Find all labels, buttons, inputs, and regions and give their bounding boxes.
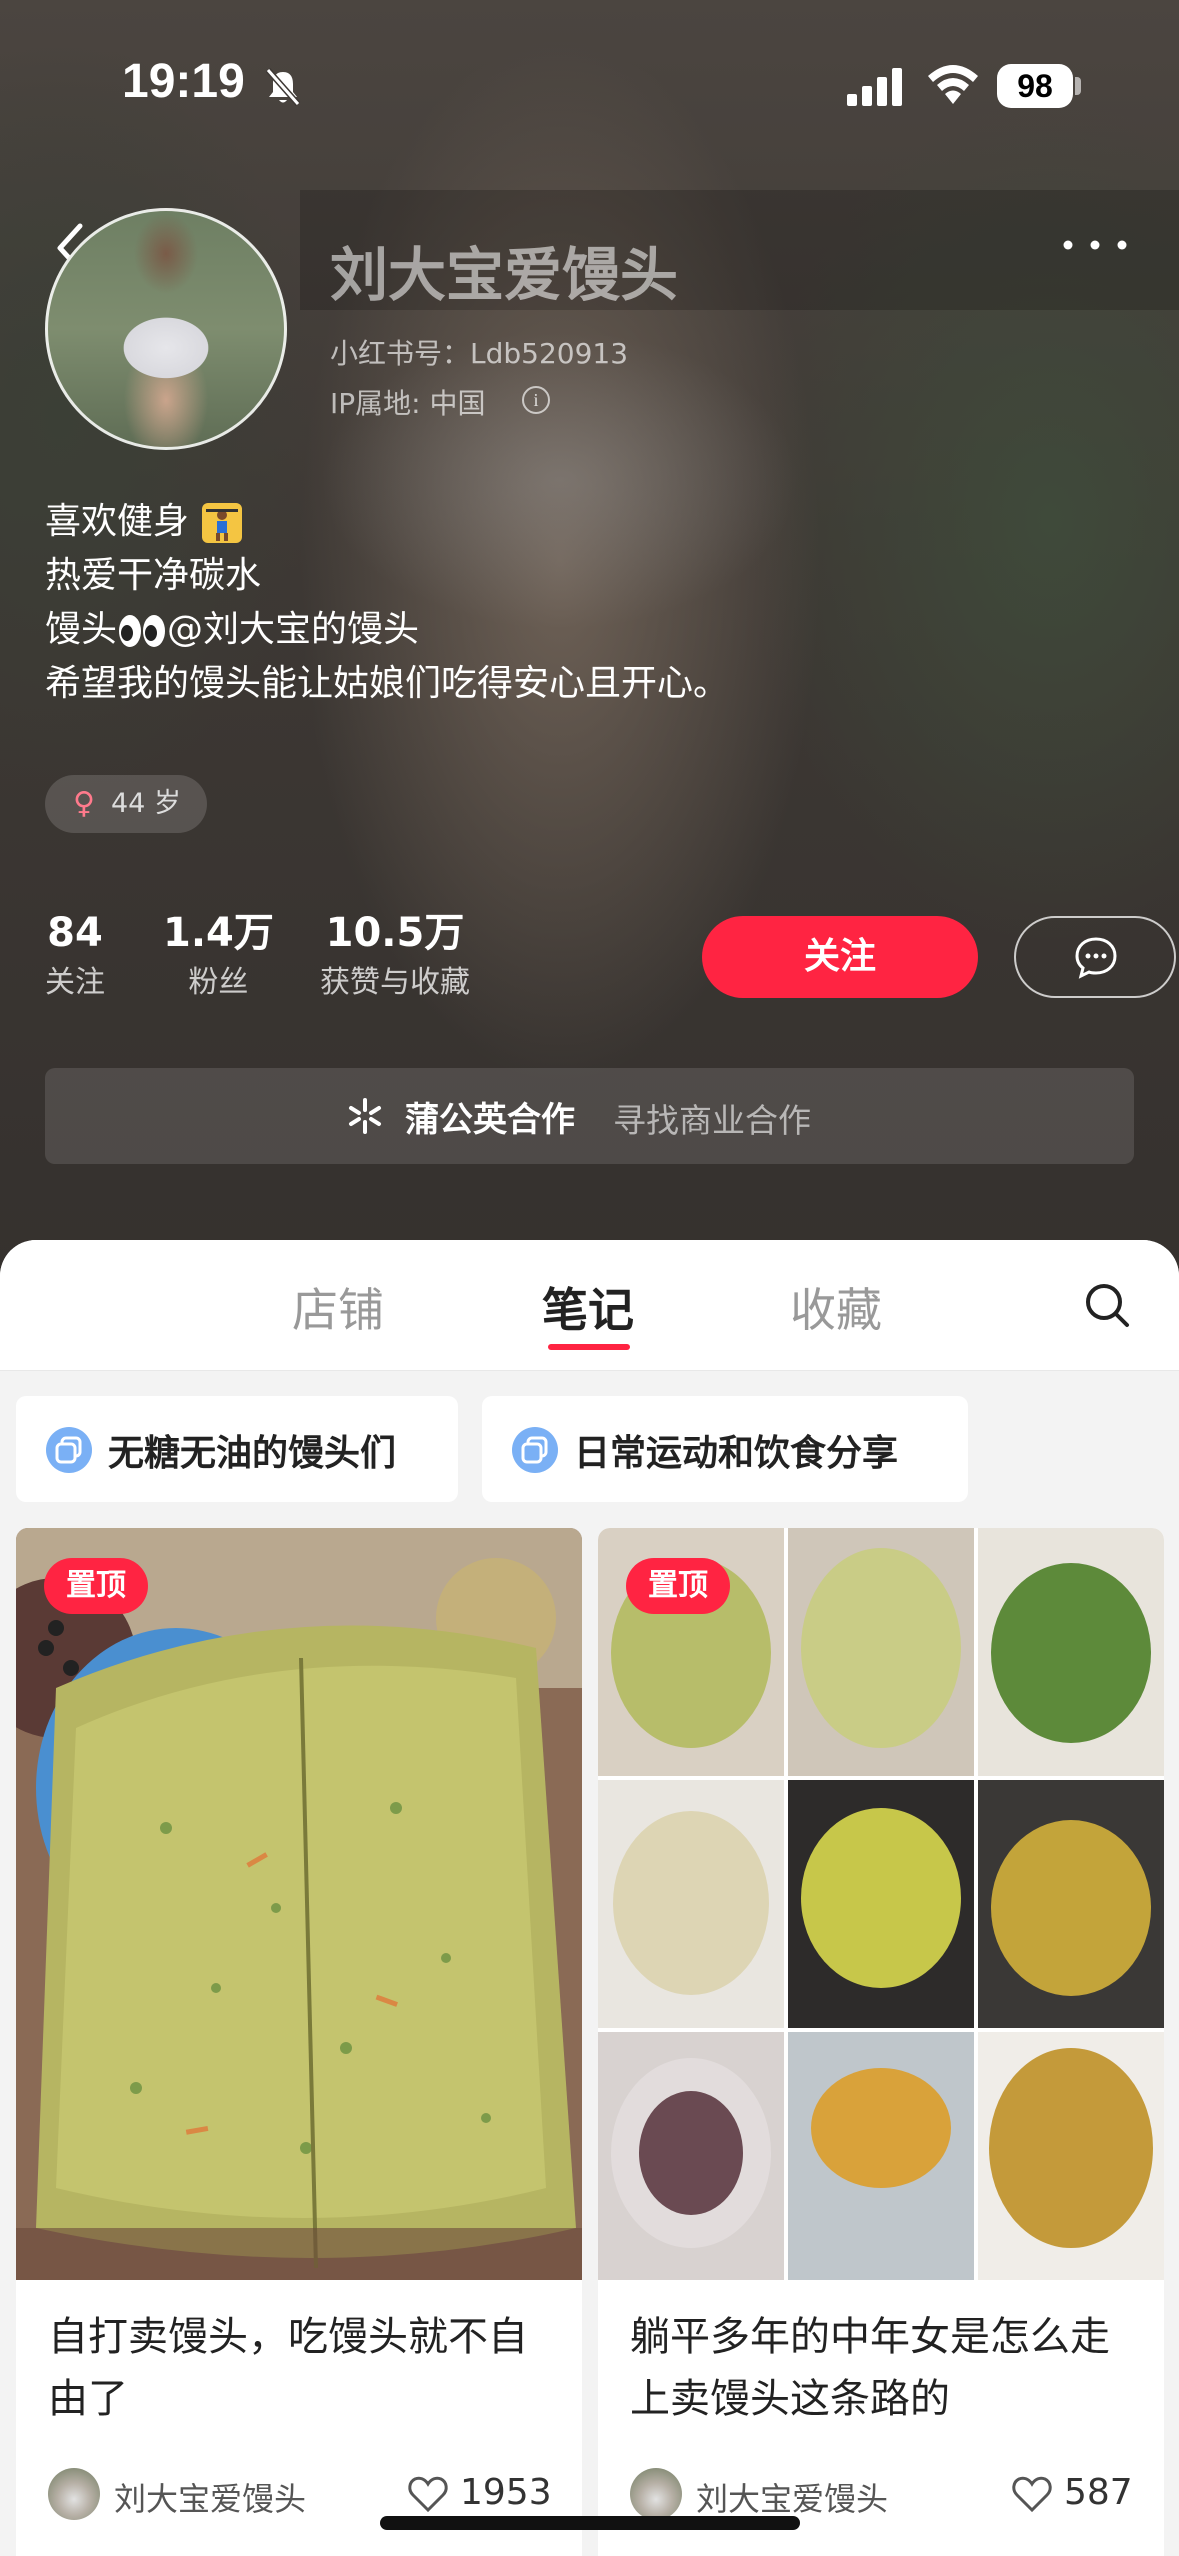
collection-daily-sports[interactable]: 日常运动和饮食分享 [482, 1396, 968, 1502]
collection-title: 日常运动和饮食分享 [574, 1433, 899, 1474]
note-cover-image [598, 1528, 1164, 2280]
collection-title: 无糖无油的馒头们 [108, 1433, 397, 1474]
stat-label: 获赞与收藏 [320, 965, 470, 1000]
signal-icon [847, 68, 902, 106]
stat-following[interactable]: 84 关注 [45, 905, 105, 1005]
info-icon[interactable]: i [522, 386, 550, 414]
bio-line: 喜欢健身 [45, 495, 729, 549]
stat-number: 84 [47, 910, 103, 956]
more-icon[interactable] [1060, 235, 1130, 255]
bell-off-icon [265, 68, 301, 106]
profile-bio: 喜欢健身 热爱干净碳水 馒头 @刘大宝的馒头 希望我的馒头能让姑娘们吃得安心且开… [45, 495, 729, 711]
bio-line: 热爱干净碳水 [45, 555, 262, 596]
stat-number: 1.4万 [163, 910, 274, 956]
bio-mention-link[interactable]: @刘大宝的馒头 [167, 609, 419, 650]
content-sheet: 店铺 笔记 收藏 无糖无油的馒头们 日常运动和饮食分享 置顶 自打卖馒头，吃馒头… [0, 1240, 1179, 2556]
active-tab-indicator [548, 1344, 630, 1350]
stat-label: 粉丝 [188, 965, 249, 1000]
profile-id: 小红书号：Ldb520913 [330, 337, 629, 370]
battery-tip [1075, 77, 1081, 95]
note-cover-image [16, 1528, 582, 2280]
author-avatar[interactable] [630, 2468, 682, 2520]
collection-sugarfree-buns[interactable]: 无糖无油的馒头们 [16, 1396, 458, 1502]
chat-bubble-icon [1075, 937, 1117, 979]
tab-collections[interactable]: 收藏 [790, 1274, 882, 1340]
stat-label: 关注 [45, 965, 105, 1000]
collection-icon [46, 1427, 92, 1473]
tab-notes[interactable]: 笔记 [542, 1274, 634, 1340]
heart-icon[interactable] [1010, 2472, 1054, 2516]
search-icon[interactable] [1082, 1280, 1132, 1330]
tab-bar: 店铺 笔记 收藏 [0, 1240, 1179, 1371]
status-time: 19:19 [122, 55, 245, 108]
dandelion-icon [349, 1098, 381, 1134]
author-avatar[interactable] [48, 2468, 100, 2520]
note-card[interactable]: 置顶 自打卖馒头，吃馒头就不自由了 刘大宝爱馒头 1953 [16, 1528, 582, 2556]
collection-icon [512, 1427, 558, 1473]
like-count: 587 [1064, 2472, 1133, 2513]
bio-text: 喜欢健身 [45, 501, 190, 542]
stat-number: 10.5万 [325, 910, 465, 956]
battery-indicator: 98 [997, 64, 1073, 108]
follow-button[interactable]: 关注 [702, 916, 978, 998]
bio-line: 馒头 @刘大宝的馒头 [45, 603, 729, 657]
stat-followers[interactable]: 1.4万 粉丝 [163, 905, 274, 1005]
heart-icon[interactable] [406, 2472, 450, 2516]
bio-line: 希望我的馒头能让姑娘们吃得安心且开心。 [45, 663, 730, 704]
stat-likes-collects[interactable]: 10.5万 获赞与收藏 [320, 905, 470, 1005]
age-tag: ♀ 44 岁 [45, 775, 207, 833]
profile-ip-location: IP属地: 中国 [330, 387, 486, 420]
like-count: 1953 [460, 2472, 552, 2513]
avatar[interactable] [45, 208, 287, 450]
age-text: 44 岁 [111, 788, 181, 819]
author-name[interactable]: 刘大宝爱馒头 [114, 2474, 306, 2520]
message-button[interactable] [1014, 916, 1176, 998]
eyes-emoji-icon [119, 615, 166, 647]
business-cooperation-bar[interactable]: 蒲公英合作 寻找商业合作 [45, 1068, 1134, 1164]
author-name[interactable]: 刘大宝爱馒头 [696, 2474, 888, 2520]
business-title: 蒲公英合作 [405, 1100, 575, 1140]
wifi-icon [928, 65, 978, 104]
business-subtitle: 寻找商业合作 [613, 1101, 811, 1140]
home-indicator [380, 2516, 800, 2530]
weightlifter-emoji-icon [202, 503, 243, 543]
female-icon: ♀ [73, 786, 95, 821]
note-card[interactable]: 置顶 躺平多年的中年女是怎么走上卖馒头这条路的 刘大宝爱馒头 587 [598, 1528, 1164, 2556]
bio-text: 馒头 [45, 609, 118, 650]
note-title: 自打卖馒头，吃馒头就不自由了 [48, 2314, 528, 2422]
tab-shop[interactable]: 店铺 [292, 1274, 384, 1340]
note-title: 躺平多年的中年女是怎么走上卖馒头这条路的 [630, 2314, 1110, 2422]
pinned-badge: 置顶 [44, 1558, 148, 1614]
profile-name: 刘大宝爱馒头 [330, 241, 679, 309]
pinned-badge: 置顶 [626, 1558, 730, 1614]
